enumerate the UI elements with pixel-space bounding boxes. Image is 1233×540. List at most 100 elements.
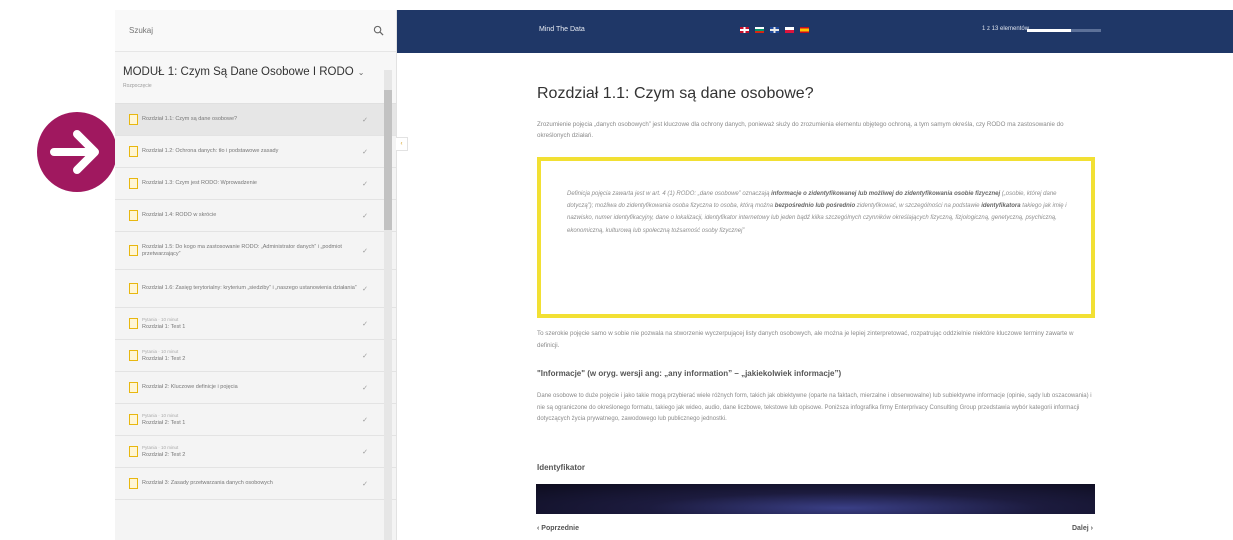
definition-text-part: zidentyfikować, w szczególności na podst… bbox=[855, 203, 982, 210]
lesson-title: Rozdział 1.1: Czym są dane osobowe? bbox=[142, 116, 238, 122]
lesson-title: Rozdział 1.4: RODO w skrócie bbox=[142, 212, 217, 218]
next-button[interactable]: Dalej › bbox=[1072, 525, 1093, 532]
check-icon: ✓ bbox=[362, 148, 368, 156]
lesson-title: Rozdział 1.6: Zasięg terytorialny: kryte… bbox=[142, 285, 357, 291]
chevron-down-icon[interactable]: ⌄ bbox=[358, 68, 365, 77]
document-icon bbox=[129, 478, 138, 489]
document-icon bbox=[129, 146, 138, 157]
document-icon bbox=[129, 382, 138, 393]
section-heading: "Informacje" (w oryg. wersji ang: „any i… bbox=[537, 369, 842, 378]
definition-box: Definicja pojęcia zawarta jest w art. 4 … bbox=[537, 157, 1095, 318]
lesson-title: Rozdział 1: Test 2 bbox=[142, 356, 186, 362]
definition-text: Definicja pojęcia zawarta jest w art. 4 … bbox=[567, 188, 1067, 237]
lesson-label: Rozdział 1.3: Czym jest RODO: Wprowadzen… bbox=[142, 180, 372, 187]
lesson-title: Rozdział 3: Zasady przetwarzania danych … bbox=[142, 480, 273, 486]
sidebar-lesson-item[interactable]: Rozdział 1.1: Czym są dane osobowe? ✓ bbox=[115, 104, 396, 136]
lesson-list: Rozdział 1.1: Czym są dane osobowe? ✓ Rozd… bbox=[115, 104, 396, 500]
lesson-title: Rozdział 1: Test 1 bbox=[142, 324, 186, 330]
sidebar-lesson-item[interactable]: Pytania · 10 minut Rozdział 1: Test 1 ✓ bbox=[115, 308, 396, 340]
scrollbar-thumb[interactable] bbox=[384, 90, 392, 230]
lesson-label: Pytania · 10 minut Rozdział 1: Test 1 bbox=[142, 316, 372, 331]
document-icon bbox=[129, 350, 138, 361]
top-bar: Mind The Data 1 z 13 elementów bbox=[397, 10, 1233, 53]
section-heading: Identyfikator bbox=[537, 463, 586, 472]
sidebar-lesson-item[interactable]: Rozdział 3: Zasady przetwarzania danych … bbox=[115, 468, 396, 500]
check-icon: ✓ bbox=[362, 247, 368, 255]
language-flags bbox=[740, 27, 809, 33]
module-title-text: MODUŁ 1: Czym Są Dane Osobowe I RODO bbox=[123, 66, 354, 78]
sidebar-scrollbar[interactable] bbox=[384, 70, 392, 540]
sidebar-lesson-item[interactable]: Pytania · 10 minut Rozdział 2: Test 1 ✓ bbox=[115, 404, 396, 436]
lesson-meta: Pytania · 10 minut bbox=[142, 413, 179, 418]
check-icon: ✓ bbox=[362, 116, 368, 124]
lesson-title: Rozdział 2: Test 2 bbox=[142, 452, 186, 458]
check-icon: ✓ bbox=[362, 352, 368, 360]
search-input[interactable] bbox=[129, 26, 329, 35]
sidebar-lesson-item[interactable]: Rozdział 1.2: Ochrona danych: tło i pods… bbox=[115, 136, 396, 168]
lesson-label: Rozdział 1.4: RODO w skrócie bbox=[142, 212, 372, 219]
lesson-label: Rozdział 3: Zasady przetwarzania danych … bbox=[142, 480, 372, 487]
check-icon: ✓ bbox=[362, 285, 368, 293]
sidebar-search bbox=[115, 10, 396, 52]
sidebar-lesson-item[interactable]: Rozdział 2: Kluczowe definicje i pojęcia… bbox=[115, 372, 396, 404]
document-icon bbox=[129, 446, 138, 457]
module-title: MODUŁ 1: Czym Są Dane Osobowe I RODO ⌄ bbox=[123, 66, 382, 78]
check-icon: ✓ bbox=[362, 448, 368, 456]
lesson-title: Rozdział 1.2: Ochrona danych: tło i pods… bbox=[142, 148, 279, 154]
lesson-title: Rozdział 1.3: Czym jest RODO: Wprowadzen… bbox=[142, 180, 257, 186]
check-icon: ✓ bbox=[362, 416, 368, 424]
body-paragraph: To szerokie pojęcie samo w sobie nie poz… bbox=[537, 330, 1074, 349]
document-icon bbox=[129, 245, 138, 256]
module-subtitle: Rozpoczęcie bbox=[123, 83, 152, 89]
sidebar-lesson-item[interactable]: Pytania · 10 minut Rozdział 1: Test 2 ✓ bbox=[115, 340, 396, 372]
previous-button[interactable]: ‹ Poprzednie bbox=[537, 525, 579, 532]
progress-bar bbox=[1027, 29, 1101, 32]
flag-uk-icon[interactable] bbox=[770, 27, 779, 33]
check-icon: ✓ bbox=[362, 212, 368, 220]
document-icon bbox=[129, 178, 138, 189]
lesson-label: Rozdział 1.6: Zasięg terytorialny: kryte… bbox=[142, 285, 372, 292]
lesson-label: Pytania · 10 minut Rozdział 2: Test 1 bbox=[142, 412, 372, 427]
lesson-label: Rozdział 1.1: Czym są dane osobowe? bbox=[142, 116, 372, 123]
lesson-title: Rozdział 2: Kluczowe definicje i pojęcia bbox=[142, 384, 238, 390]
intro-paragraph: Zrozumienie pojęcia „danych osobowych” j… bbox=[537, 121, 1064, 139]
lesson-meta: Pytania · 10 minut bbox=[142, 445, 179, 450]
app-title: Mind The Data bbox=[539, 26, 585, 33]
progress-bar-fill bbox=[1027, 29, 1072, 32]
flag-spain-icon[interactable] bbox=[800, 27, 809, 33]
search-icon[interactable] bbox=[373, 25, 384, 36]
body-paragraph: Dane osobowe to duże pojęcie i jako taki… bbox=[537, 393, 1092, 422]
module-header[interactable]: MODUŁ 1: Czym Są Dane Osobowe I RODO ⌄ Ro… bbox=[115, 52, 396, 104]
lesson-label: Rozdział 1.2: Ochrona danych: tło i pods… bbox=[142, 148, 372, 155]
sidebar-lesson-item[interactable]: Pytania · 10 minut Rozdział 2: Test 2 ✓ bbox=[115, 436, 396, 468]
flag-bulgaria-icon[interactable] bbox=[755, 27, 764, 33]
document-icon bbox=[129, 114, 138, 125]
document-icon bbox=[129, 414, 138, 425]
lesson-label: Rozdział 1.5: Do kogo ma zastosowanie RO… bbox=[142, 244, 372, 258]
progress-count: 1 z 13 elementów bbox=[982, 26, 1030, 32]
definition-highlight: informacje o zidentyfikowanej lub możliw… bbox=[771, 191, 1001, 197]
flag-poland-icon[interactable] bbox=[785, 27, 794, 33]
lesson-label: Pytania · 10 minut Rozdział 1: Test 2 bbox=[142, 348, 372, 363]
flag-uk-icon[interactable] bbox=[740, 27, 749, 33]
sidebar-collapse-toggle[interactable]: ‹ bbox=[396, 137, 408, 151]
infographic-image bbox=[536, 484, 1095, 514]
sidebar-lesson-item[interactable]: Rozdział 1.4: RODO w skrócie ✓ bbox=[115, 200, 396, 232]
lesson-content: Rozdział 1.1: Czym są dane osobowe? Zroz… bbox=[535, 53, 1095, 540]
lesson-label: Rozdział 2: Kluczowe definicje i pojęcia bbox=[142, 384, 372, 391]
check-icon: ✓ bbox=[362, 180, 368, 188]
lesson-title: Rozdział 2: Test 1 bbox=[142, 420, 186, 426]
check-icon: ✓ bbox=[362, 384, 368, 392]
check-icon: ✓ bbox=[362, 320, 368, 328]
document-icon bbox=[129, 210, 138, 221]
definition-highlight: bezpośrednio lub pośrednio bbox=[774, 203, 856, 210]
document-icon bbox=[129, 283, 138, 294]
arrow-right-icon bbox=[37, 112, 117, 192]
course-sidebar: MODUŁ 1: Czym Są Dane Osobowe I RODO ⌄ Ro… bbox=[115, 10, 397, 540]
lesson-label: Pytania · 10 minut Rozdział 2: Test 2 bbox=[142, 444, 372, 459]
sidebar-lesson-item[interactable]: Rozdział 1.3: Czym jest RODO: Wprowadzen… bbox=[115, 168, 396, 200]
sidebar-lesson-item[interactable]: Rozdział 1.6: Zasięg terytorialny: kryte… bbox=[115, 270, 396, 308]
lesson-meta: Pytania · 10 minut bbox=[142, 349, 179, 354]
check-icon: ✓ bbox=[362, 480, 368, 488]
sidebar-lesson-item[interactable]: Rozdział 1.5: Do kogo ma zastosowanie RO… bbox=[115, 232, 396, 270]
